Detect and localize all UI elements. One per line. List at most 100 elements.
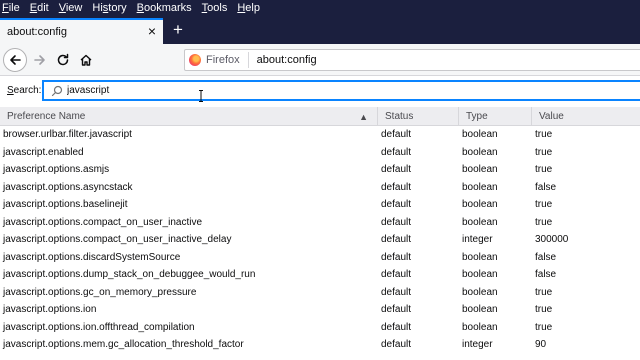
pref-name-cell: javascript.options.compact_on_user_inact… — [3, 216, 202, 228]
pref-name-cell: javascript.options.mem.gc_allocation_thr… — [3, 339, 244, 351]
column-header-status[interactable]: Status — [378, 107, 459, 125]
pref-value-cell: true — [535, 304, 553, 316]
pref-type-cell: boolean — [462, 146, 498, 158]
pref-type-cell: boolean — [462, 269, 498, 281]
pref-type-cell: boolean — [462, 216, 498, 228]
table-row[interactable]: javascript.options.discardSystemSource de… — [0, 249, 640, 267]
pref-name-cell: javascript.options.gc_on_memory_pressure — [3, 286, 197, 298]
table-row[interactable]: javascript.options.compact_on_user_inact… — [0, 231, 640, 249]
pref-name-cell: javascript.enabled — [3, 146, 84, 158]
search-box[interactable] — [42, 80, 640, 102]
pref-value-cell: true — [535, 129, 553, 141]
pref-status-cell: default — [381, 286, 412, 298]
pref-type-cell: boolean — [462, 164, 498, 176]
pref-status-cell: default — [381, 304, 412, 316]
pref-name-cell: javascript.options.compact_on_user_inact… — [3, 234, 232, 246]
pref-status-cell: default — [381, 164, 412, 176]
pref-value-cell: false — [535, 181, 557, 193]
identity-box[interactable]: Firefox — [185, 52, 249, 68]
home-button[interactable] — [74, 48, 98, 72]
close-icon[interactable]: × — [148, 24, 156, 38]
search-row: Search: — [0, 77, 640, 105]
text-cursor-icon — [199, 90, 203, 102]
pref-type-cell: boolean — [462, 286, 498, 298]
table-row[interactable]: browser.urlbar.filter.javascript default b… — [0, 126, 640, 144]
search-label: Search: — [7, 85, 42, 96]
pref-status-cell: default — [381, 269, 412, 281]
table-header: Preference Name ▲ Status Type Value — [0, 107, 640, 126]
table-row[interactable]: javascript.options.baselinejit default boo… — [0, 196, 640, 214]
new-tab-button[interactable]: + — [170, 20, 186, 40]
navigation-toolbar: Firefox about:config — [0, 44, 640, 76]
pref-name-cell: javascript.options.discardSystemSource — [3, 251, 181, 263]
pref-value-cell: true — [535, 286, 553, 298]
forward-button[interactable] — [28, 48, 52, 72]
table-row[interactable]: javascript.options.asyncstack default bool… — [0, 179, 640, 197]
pref-name-cell: javascript.options.asmjs — [3, 164, 110, 176]
tab-strip: about:config × + — [0, 16, 640, 44]
pref-status-cell: default — [381, 181, 412, 193]
pref-name-cell: javascript.options.ion — [3, 304, 97, 316]
table-row[interactable]: javascript.options.ion.offthread_compila… — [0, 319, 640, 337]
search-input[interactable] — [67, 85, 567, 96]
home-icon — [80, 54, 92, 66]
sort-ascending-icon: ▲ — [359, 112, 368, 122]
pref-value-cell: true — [535, 199, 553, 211]
pref-status-cell: default — [381, 251, 412, 263]
table-row[interactable]: javascript.options.dump_stack_on_debugge… — [0, 266, 640, 284]
url-text[interactable]: about:config — [249, 54, 317, 66]
arrow-right-icon — [34, 55, 45, 65]
preferences-table: Preference Name ▲ Status Type Value brow… — [0, 107, 640, 360]
table-row[interactable]: javascript.options.ion default boolean true — [0, 301, 640, 319]
table-row[interactable]: javascript.enabled default boolean true — [0, 144, 640, 162]
pref-type-cell: boolean — [462, 251, 498, 263]
pref-type-cell: boolean — [462, 304, 498, 316]
pref-value-cell: true — [535, 164, 553, 176]
menu-file[interactable]: File — [2, 2, 20, 14]
pref-status-cell: default — [381, 321, 412, 333]
column-header-type[interactable]: Type — [459, 107, 532, 125]
pref-status-cell: default — [381, 216, 412, 228]
search-icon — [51, 85, 63, 96]
table-row[interactable]: javascript.options.asmjs default boolean tr… — [0, 161, 640, 179]
pref-status-cell: default — [381, 129, 412, 141]
pref-value-cell: false — [535, 269, 557, 281]
pref-type-cell: boolean — [462, 321, 498, 333]
pref-name-cell: javascript.options.asyncstack — [3, 181, 133, 193]
pref-status-cell: default — [381, 199, 412, 211]
pref-type-cell: integer — [462, 234, 493, 246]
firefox-logo-icon — [189, 54, 201, 66]
pref-name-cell: javascript.options.baselinejit — [3, 199, 128, 211]
pref-name-cell: browser.urlbar.filter.javascript — [3, 129, 132, 141]
back-button[interactable] — [3, 48, 27, 72]
reload-button[interactable] — [51, 48, 75, 72]
table-row[interactable]: javascript.options.gc_on_memory_pressure… — [0, 284, 640, 302]
menu-edit[interactable]: Edit — [30, 2, 49, 14]
menu-bar: File Edit View History Bookmarks Tools H… — [0, 0, 640, 16]
column-header-value[interactable]: Value — [532, 107, 640, 125]
table-row[interactable]: javascript.options.mem.gc_allocation_thr… — [0, 336, 640, 354]
pref-type-cell: boolean — [462, 199, 498, 211]
pref-name-cell: javascript.options.ion.offthread_compila… — [3, 321, 195, 333]
pref-value-cell: false — [535, 251, 557, 263]
arrow-left-icon — [10, 55, 21, 65]
brand-label: Firefox — [206, 54, 240, 66]
pref-value-cell: true — [535, 146, 553, 158]
column-header-name[interactable]: Preference Name ▲ — [0, 107, 378, 125]
reload-icon — [57, 53, 69, 66]
menu-view[interactable]: View — [59, 2, 83, 14]
pref-status-cell: default — [381, 146, 412, 158]
table-body: browser.urlbar.filter.javascript default b… — [0, 126, 640, 354]
tab-about-config[interactable]: about:config × — [0, 18, 163, 44]
menu-history[interactable]: History — [92, 2, 126, 14]
menu-bookmarks[interactable]: Bookmarks — [137, 2, 192, 14]
pref-name-cell: javascript.options.dump_stack_on_debugge… — [3, 269, 256, 281]
pref-type-cell: integer — [462, 339, 493, 351]
url-bar[interactable]: Firefox about:config — [184, 49, 640, 71]
menu-help[interactable]: Help — [237, 2, 260, 14]
pref-value-cell: 300000 — [535, 234, 569, 246]
table-row[interactable]: javascript.options.compact_on_user_inact… — [0, 214, 640, 232]
pref-value-cell: 90 — [535, 339, 547, 351]
pref-type-cell: boolean — [462, 181, 498, 193]
menu-tools[interactable]: Tools — [202, 2, 228, 14]
